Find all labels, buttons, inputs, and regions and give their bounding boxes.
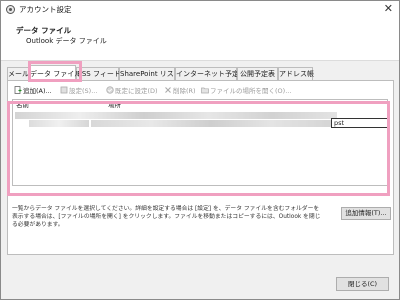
open-file-location-button[interactable]: ファイルの場所を開く(O)... bbox=[201, 85, 291, 97]
highlight-data-files-tab bbox=[28, 61, 82, 82]
settings-button-label: 設定(S)... bbox=[69, 87, 98, 95]
close-window-button[interactable]: ✕ bbox=[384, 2, 393, 16]
add-file-icon bbox=[14, 86, 22, 94]
header-title: データ ファイル bbox=[16, 26, 72, 35]
highlight-data-file-list bbox=[7, 101, 390, 196]
tab-address-books[interactable]: アドレス帳 bbox=[278, 67, 314, 80]
account-settings-icon bbox=[6, 5, 15, 14]
tab-sharepoint-lists[interactable]: SharePoint リスト bbox=[119, 67, 181, 80]
tab-rss-feeds[interactable]: RSS フィード bbox=[76, 67, 121, 80]
open-file-location-label: ファイルの場所を開く(O)... bbox=[210, 87, 292, 95]
window-title: アカウント設定 bbox=[19, 5, 72, 14]
add-button-label: 追加(A)... bbox=[23, 87, 52, 95]
delete-button[interactable]: 削除(R) bbox=[164, 85, 196, 97]
header-subtitle: Outlook データ ファイル bbox=[26, 37, 107, 45]
delete-button-label: 削除(R) bbox=[173, 87, 196, 95]
set-default-button[interactable]: 既定に設定(D) bbox=[106, 85, 158, 97]
account-settings-dialog: アカウント設定 ✕ データ ファイル Outlook データ ファイル メール … bbox=[0, 0, 400, 300]
settings-button[interactable]: 設定(S)... bbox=[60, 85, 97, 97]
delete-x-icon bbox=[165, 87, 171, 93]
more-info-button[interactable]: 追加情報(T)... bbox=[341, 207, 391, 220]
tab-internet-calendars[interactable]: インターネット予定表 bbox=[175, 67, 246, 80]
toolbar: 追加(A)... 設定(S)... 既定に設定(D) 削除(R) ファイルの場所… bbox=[14, 85, 386, 97]
title-bar: アカウント設定 ✕ bbox=[1, 1, 399, 18]
dialog-header: データ ファイル Outlook データ ファイル bbox=[1, 18, 399, 61]
tab-published-calendars[interactable]: 公開予定表 bbox=[237, 67, 278, 80]
add-button[interactable]: 追加(A)... bbox=[14, 85, 52, 97]
tab-mail[interactable]: メール bbox=[7, 67, 29, 80]
folder-icon bbox=[201, 87, 209, 94]
description-text: 一覧からデータ ファイルを選択してください。詳細を設定する場合は [設定] を、… bbox=[12, 206, 321, 228]
set-default-button-label: 既定に設定(D) bbox=[115, 87, 158, 95]
close-button[interactable]: 閉じる(C) bbox=[336, 277, 389, 291]
checkmark-circle-icon bbox=[106, 86, 114, 94]
settings-icon bbox=[60, 86, 68, 94]
